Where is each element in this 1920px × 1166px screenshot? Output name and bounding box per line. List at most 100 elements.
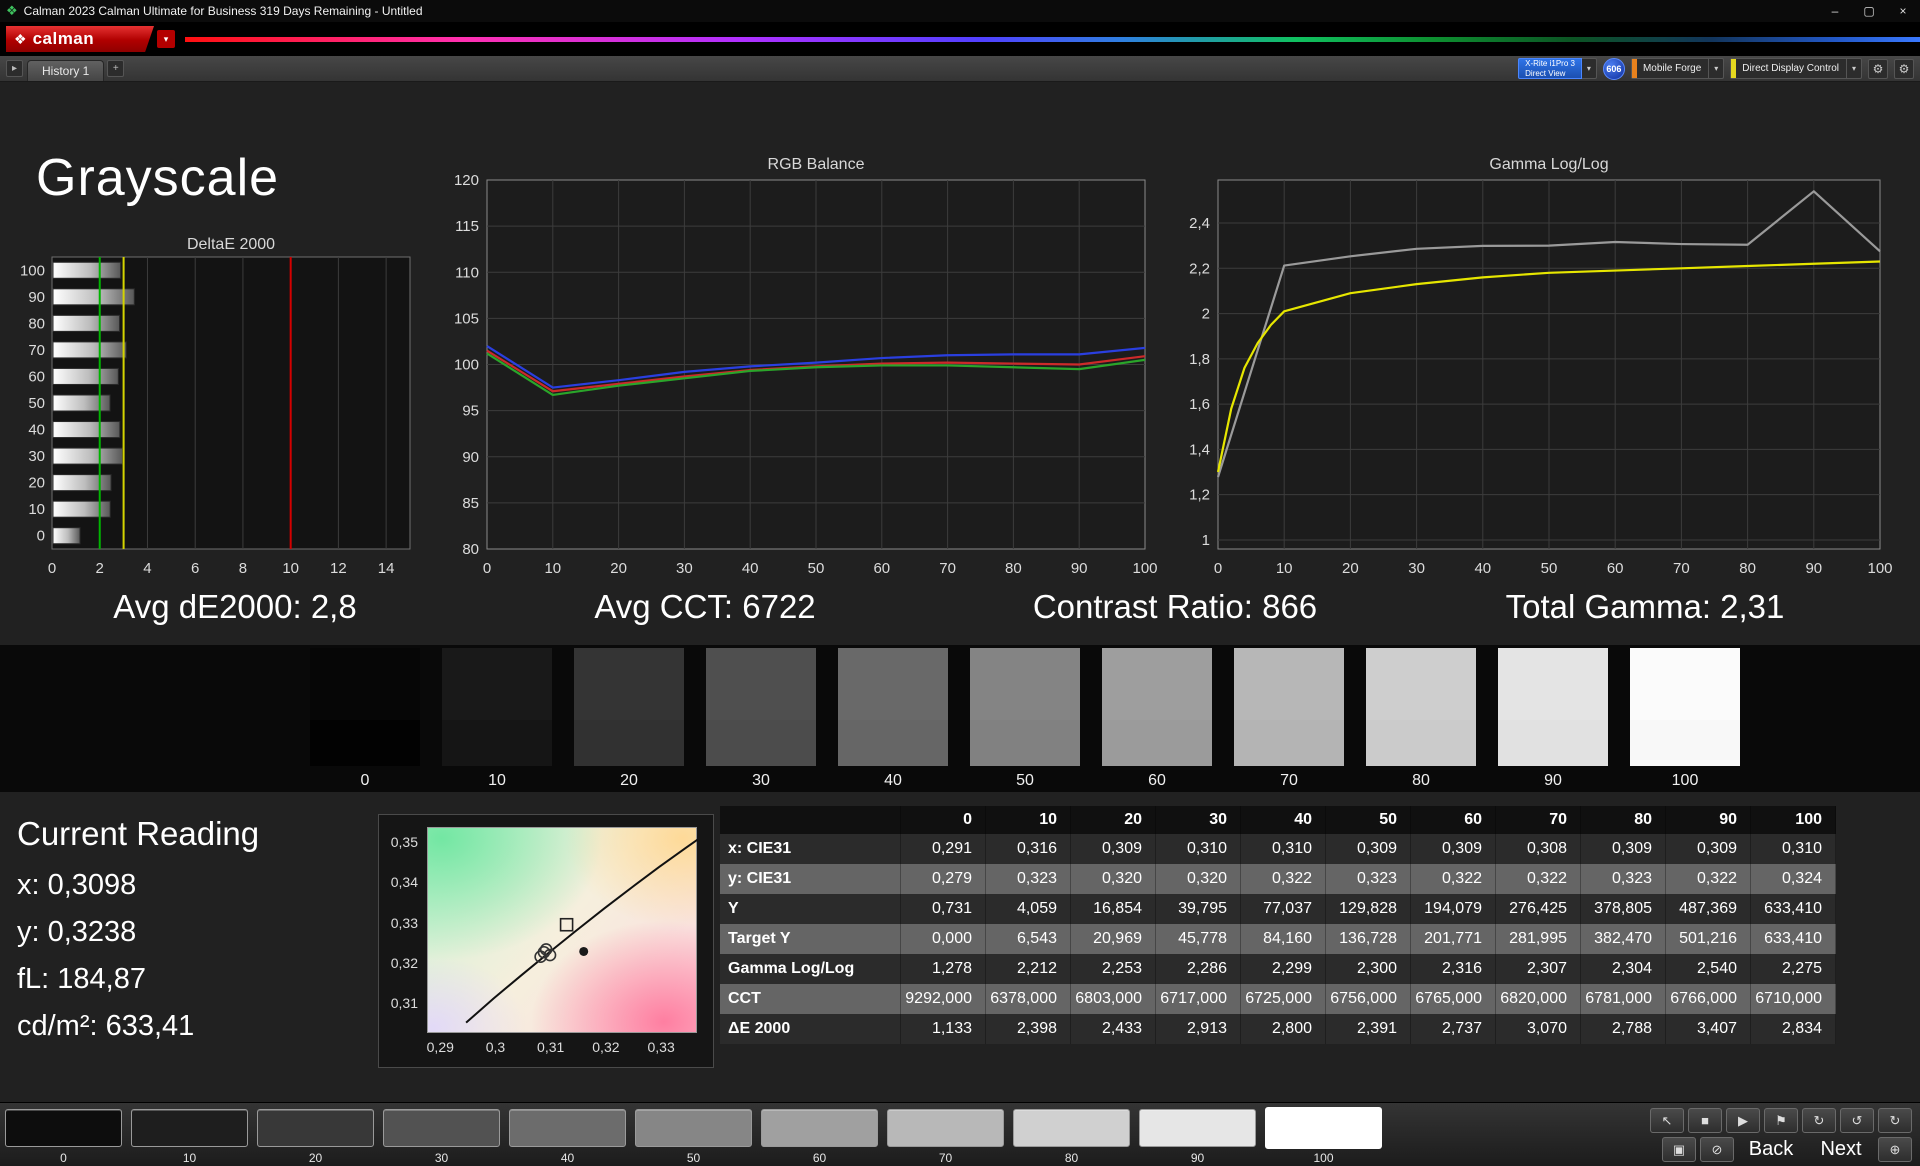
svg-text:8: 8 [239, 560, 247, 577]
pattern-button-50[interactable] [635, 1109, 752, 1147]
table-cell: 0,308 [1496, 834, 1581, 864]
hardware-buttons: X-Rite i1Pro 3 Direct View ▾ 606 Mobile … [1518, 58, 1914, 80]
cie-x-tick: 0,3 [475, 1039, 515, 1055]
swatch-actual [574, 648, 684, 720]
table-cell: 6756,000 [1326, 984, 1411, 1014]
swatch-label: 10 [442, 772, 552, 790]
swatch-target [970, 720, 1080, 766]
grayscale-swatch-40: 40 [838, 648, 948, 790]
svg-text:50: 50 [1541, 560, 1558, 577]
svg-text:80: 80 [28, 315, 45, 332]
main-menu-button[interactable]: ▾ [157, 30, 175, 48]
svg-text:115: 115 [455, 218, 479, 235]
svg-text:2,2: 2,2 [1189, 260, 1210, 277]
mute-button[interactable]: ⊘ [1700, 1137, 1734, 1162]
svg-text:70: 70 [28, 342, 45, 359]
table-cell: 6717,000 [1156, 984, 1241, 1014]
table-header-cell: 80 [1581, 806, 1666, 834]
svg-text:60: 60 [1607, 560, 1624, 577]
display-select-button[interactable]: Direct Display Control [1730, 58, 1847, 79]
pattern-button-100[interactable] [1265, 1107, 1382, 1149]
meter-select-button[interactable]: X-Rite i1Pro 3 Direct View [1518, 58, 1582, 79]
avg-cct-stat: Avg CCT: 6722 [470, 588, 940, 626]
current-reading-title: Current Reading [17, 815, 259, 853]
table-cell: 0,309 [1666, 834, 1751, 864]
pointer-button[interactable]: ↖ [1650, 1108, 1684, 1133]
pattern-button-0[interactable] [5, 1109, 122, 1147]
history-panel-toggle[interactable]: ▸ [6, 60, 23, 77]
swatch-label: 20 [574, 772, 684, 790]
table-cell: 2,433 [1071, 1014, 1156, 1044]
total-gamma-stat: Total Gamma: 2,31 [1410, 588, 1880, 626]
cie-x-axis: 0,290,30,310,320,33 [427, 1039, 697, 1059]
swatch-target [574, 720, 684, 766]
pattern-button-list: 0102030405060708090100 [0, 1103, 1920, 1166]
back-button[interactable]: Back [1738, 1137, 1804, 1162]
table-cell: 487,369 [1666, 894, 1751, 924]
svg-text:0: 0 [48, 560, 56, 577]
pattern-button-label: 40 [509, 1151, 626, 1165]
table-row-label: x: CIE31 [720, 834, 901, 864]
swatch-actual [1366, 648, 1476, 720]
redo-button[interactable]: ↻ [1878, 1108, 1912, 1133]
table-cell: 633,410 [1751, 894, 1836, 924]
swatch-target [1102, 720, 1212, 766]
display-dropdown-button[interactable]: ▾ [1847, 58, 1862, 79]
svg-text:60: 60 [873, 560, 890, 577]
table-cell: 0,323 [1581, 864, 1666, 894]
next-button[interactable]: Next [1808, 1137, 1874, 1162]
pattern-button-30[interactable] [383, 1109, 500, 1147]
target-button[interactable]: ⊕ [1878, 1137, 1912, 1162]
swatch-actual [1630, 648, 1740, 720]
svg-text:1,2: 1,2 [1189, 487, 1210, 504]
svg-text:50: 50 [808, 560, 825, 577]
swatch-target [310, 720, 420, 766]
pattern-button-20[interactable] [257, 1109, 374, 1147]
cie-y-tick: 0,35 [380, 834, 418, 850]
table-cell: 0,310 [1156, 834, 1241, 864]
svg-text:20: 20 [28, 475, 45, 492]
undo-button[interactable]: ↺ [1840, 1108, 1874, 1133]
table-cell: 6765,000 [1411, 984, 1496, 1014]
avg-de2000-stat: Avg dE2000: 2,8 [0, 588, 470, 626]
pattern-button-90[interactable] [1139, 1109, 1256, 1147]
calman-logo-text: calman [33, 29, 95, 49]
svg-text:80: 80 [1739, 560, 1756, 577]
maximize-button[interactable]: ▢ [1852, 0, 1886, 22]
swatch-actual [706, 648, 816, 720]
pattern-button-80[interactable] [1013, 1109, 1130, 1147]
table-row-label: CCT [720, 984, 901, 1014]
table-cell: 0,309 [1326, 834, 1411, 864]
tools-gear-button[interactable]: ⚙ [1894, 59, 1914, 79]
refresh-button[interactable]: ↻ [1802, 1108, 1836, 1133]
pattern-button-70[interactable] [887, 1109, 1004, 1147]
table-cell: 6725,000 [1241, 984, 1326, 1014]
pattern-button-60[interactable] [761, 1109, 878, 1147]
svg-text:30: 30 [28, 448, 45, 465]
table-cell: 6710,000 [1751, 984, 1836, 1014]
pattern-button-10[interactable] [131, 1109, 248, 1147]
close-button[interactable]: × [1886, 0, 1920, 22]
source-select-button[interactable]: Mobile Forge [1631, 58, 1709, 79]
add-tab-button[interactable]: + [107, 60, 124, 77]
swatch-target [442, 720, 552, 766]
pattern-button-label: 20 [257, 1151, 374, 1165]
table-row: CCT9292,0006378,0006803,0006717,0006725,… [720, 984, 1836, 1014]
cie-diagram [427, 827, 697, 1033]
pattern-button-40[interactable] [509, 1109, 626, 1147]
table-row-label: Y [720, 894, 901, 924]
table-cell: 0,320 [1071, 864, 1156, 894]
play-button[interactable]: ▶ [1726, 1108, 1760, 1133]
grid-toggle-button[interactable]: ▣ [1662, 1137, 1696, 1162]
pattern-button-label: 50 [635, 1151, 752, 1165]
tab-history-1[interactable]: History 1 [27, 60, 104, 81]
display-group: Direct Display Control ▾ [1730, 58, 1862, 79]
meter-dropdown-button[interactable]: ▾ [1582, 58, 1597, 79]
settings-gear-button[interactable]: ⚙ [1868, 59, 1888, 79]
reading-x: x: 0,3098 [17, 869, 259, 902]
minimize-button[interactable]: – [1818, 0, 1852, 22]
flag-button[interactable]: ⚑ [1764, 1108, 1798, 1133]
source-dropdown-button[interactable]: ▾ [1709, 58, 1724, 79]
stop-button[interactable]: ■ [1688, 1108, 1722, 1133]
tab-label: History 1 [42, 64, 89, 78]
